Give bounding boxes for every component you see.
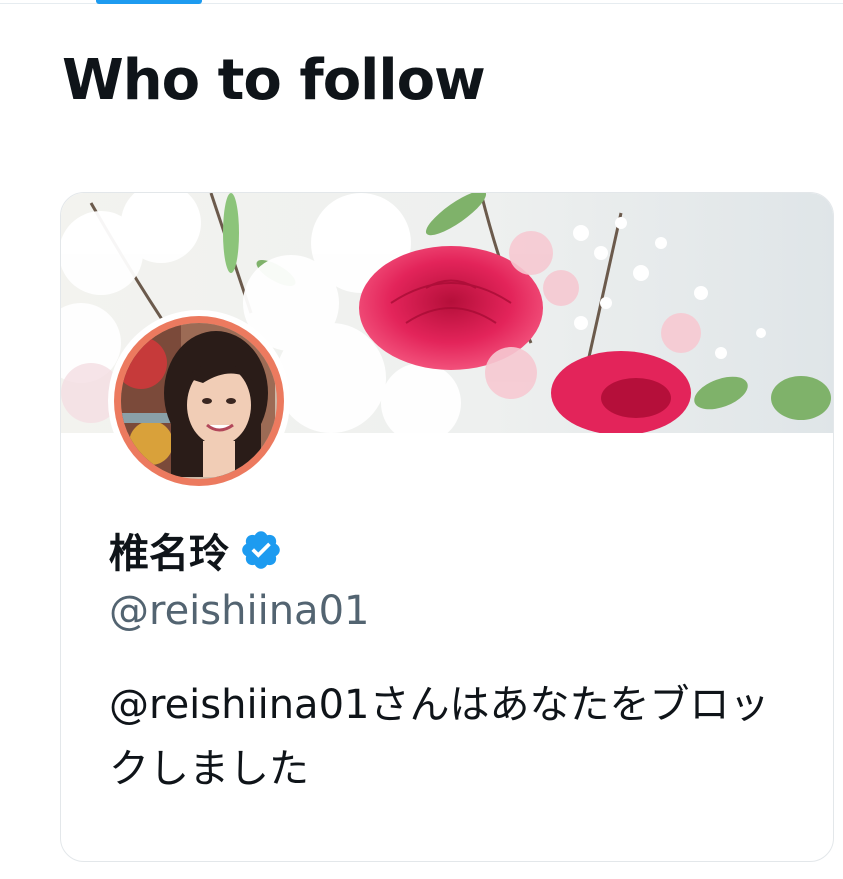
avatar-ring xyxy=(114,316,284,486)
avatar-photo xyxy=(121,323,277,479)
profile-handle[interactable]: @reishiina01 xyxy=(109,588,369,634)
verified-badge-icon xyxy=(242,531,280,569)
tab-bar-divider xyxy=(0,0,843,4)
active-tab-indicator xyxy=(96,0,202,4)
blocked-notice: @reishiina01さんはあなたをブロックしました xyxy=(109,682,770,792)
who-to-follow-card[interactable]: 椎名玲 @reishiina01 @reishiina01さんはあなたをブロック… xyxy=(60,192,834,862)
profile-avatar[interactable] xyxy=(108,310,290,492)
name-row: 椎名玲 xyxy=(109,521,283,579)
section-title: Who to follow xyxy=(62,48,486,113)
display-name[interactable]: 椎名玲 xyxy=(109,521,229,579)
